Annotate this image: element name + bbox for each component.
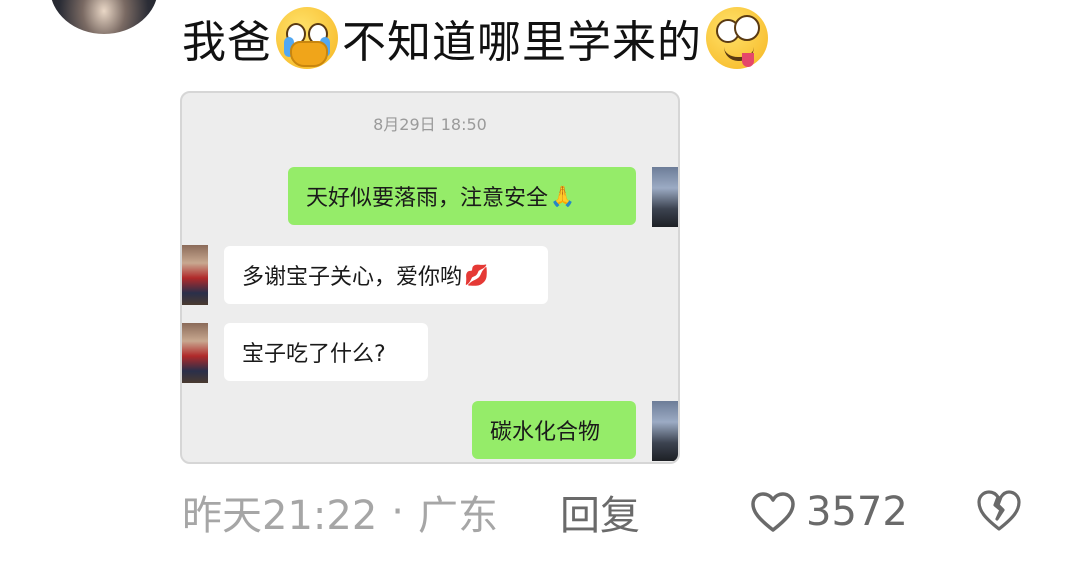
chat-message-text: 天好似要落雨，注意安全 xyxy=(306,186,549,211)
chat-message-text: 多谢宝子关心，爱你哟 xyxy=(242,265,463,290)
commenter-avatar[interactable] xyxy=(50,0,158,34)
like-count: 3572 xyxy=(806,489,908,535)
chat-message-text: 碳水化合物 xyxy=(490,420,601,445)
chat-message-text: 宝子吃了什么? xyxy=(242,342,386,367)
chat-bubble-sent: 天好似要落雨，注意安全 🙏 xyxy=(288,167,636,225)
heart-outline-icon xyxy=(751,492,795,532)
comment-time: 昨天21:22 xyxy=(182,493,378,539)
broken-heart-icon[interactable] xyxy=(975,486,1023,534)
receiver-avatar xyxy=(182,323,208,383)
reply-button[interactable]: 回复 xyxy=(560,483,640,541)
chat-bubble-sent: 碳水化合物 xyxy=(472,401,636,459)
crazy-face-emoji-icon xyxy=(706,7,768,69)
chat-screenshot-image[interactable]: 8月29日 18:50 天好似要落雨，注意安全 🙏 多谢宝子关心，爱你哟 💋 宝子吃… xyxy=(180,91,680,464)
comment-text-part2: 不知道哪里学来的 xyxy=(342,17,702,68)
receiver-avatar xyxy=(182,245,208,305)
lips-icon: 💋 xyxy=(464,263,489,287)
sender-avatar xyxy=(652,167,678,227)
chat-bubble-received: 宝子吃了什么? xyxy=(224,323,428,381)
sender-avatar xyxy=(652,401,678,461)
like-button[interactable]: 3572 xyxy=(750,483,908,541)
folded-hands-icon: 🙏 xyxy=(550,184,575,208)
chat-bubble-received: 多谢宝子关心，爱你哟 💋 xyxy=(224,246,548,304)
crying-face-emoji-icon xyxy=(276,7,338,69)
comment-text: 我爸 不知道哪里学来的 xyxy=(182,2,772,74)
comment-location: 广东 xyxy=(418,493,498,539)
chat-timestamp: 8月29日 18:50 xyxy=(373,115,487,134)
comment-meta: 昨天21:22 · 广东 xyxy=(182,483,498,541)
comment-text-part1: 我爸 xyxy=(182,17,272,68)
meta-separator: · xyxy=(391,489,404,535)
